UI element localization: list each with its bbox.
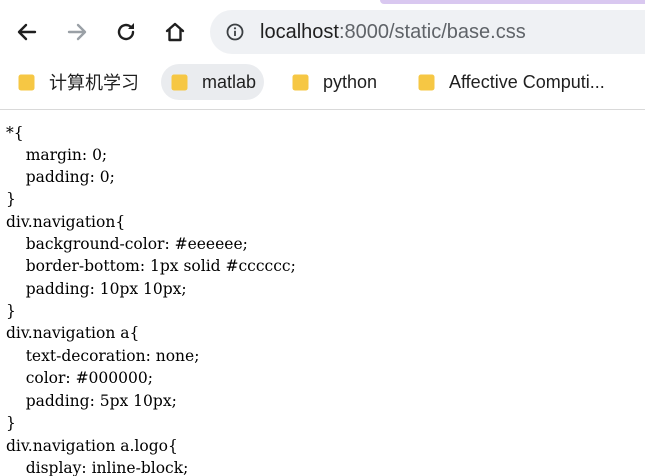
- bookmark-folder[interactable]: Affective Computi...: [410, 64, 613, 100]
- reload-icon: [114, 20, 138, 44]
- bookmark-label: Affective Computi...: [449, 71, 605, 92]
- arrow-right-icon: [65, 20, 89, 44]
- code-line: padding: 0;: [6, 168, 115, 186]
- bookmark-label: 计算机学习: [49, 73, 139, 93]
- home-button[interactable]: [157, 14, 193, 50]
- code-line: background-color: #eeeeee;: [6, 235, 248, 253]
- address-bar[interactable]: localhost:8000/static/base.css: [210, 10, 645, 54]
- arrow-left-icon: [15, 20, 39, 44]
- code-line: padding: 10px 10px;: [6, 280, 187, 298]
- code-line: div.navigation a{: [6, 324, 140, 342]
- reload-button[interactable]: [108, 14, 144, 50]
- code-line: border-bottom: 1px solid #cccccc;: [6, 257, 296, 275]
- bookmark-folder[interactable]: 计算机学习: [10, 64, 147, 100]
- bookmark-label: matlab: [202, 71, 257, 92]
- folder-icon: [18, 74, 35, 90]
- code-line: }: [6, 190, 16, 208]
- tab-strip: [380, 0, 645, 4]
- code-line: padding: 5px 10px;: [6, 392, 177, 410]
- code-line: margin: 0;: [6, 146, 108, 164]
- url-host: localhost: [260, 20, 339, 43]
- bookmarks-bar: 计算机学习 matlab python Affective Computi...: [0, 60, 645, 104]
- bookmark-folder[interactable]: matlab: [161, 64, 265, 100]
- css-source-view: *{ margin: 0; padding: 0; } div.navigati…: [0, 112, 645, 476]
- url-text[interactable]: localhost:8000/static/base.css: [260, 21, 526, 44]
- code-line: *{: [6, 124, 24, 142]
- code-line: text-decoration: none;: [6, 347, 200, 365]
- folder-icon: [418, 74, 435, 90]
- bookmark-label: python: [323, 71, 378, 92]
- code-line: color: #000000;: [6, 369, 153, 387]
- code-line: div.navigation{: [6, 213, 126, 231]
- code-line: }: [6, 302, 16, 320]
- browser-chrome: localhost:8000/static/base.css 计算机学习 mat…: [0, 0, 645, 110]
- forward-button[interactable]: [59, 14, 95, 50]
- home-icon: [163, 20, 187, 44]
- code-line: div.navigation a.logo{: [6, 437, 178, 455]
- bookmark-folder[interactable]: python: [284, 64, 385, 100]
- code-line: }: [6, 414, 16, 432]
- folder-icon: [171, 74, 188, 90]
- folder-icon: [292, 74, 309, 90]
- info-icon[interactable]: [226, 23, 244, 41]
- url-path: :8000/static/base.css: [338, 20, 526, 43]
- code-line: display: inline-block;: [6, 459, 189, 476]
- back-button[interactable]: [9, 14, 45, 50]
